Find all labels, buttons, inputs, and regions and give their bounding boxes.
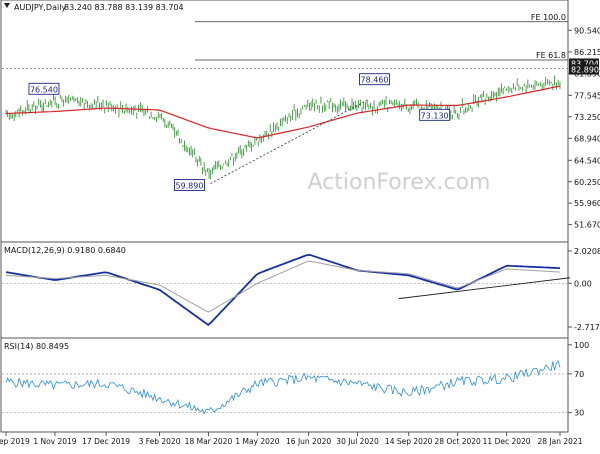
annotation-label: 78.460 bbox=[361, 76, 389, 85]
header-symbol: AUDJPY,Daily bbox=[14, 3, 66, 12]
price-pane-frame bbox=[0, 0, 569, 243]
price-y-tick-label: 86.215 bbox=[574, 48, 600, 57]
rsi-y-tick-label: 30 bbox=[574, 409, 584, 418]
chart-svg: ActionForex.com AUDJPY,Daily 83.240 83.7… bbox=[0, 0, 600, 446]
price-y-tick-label: 90.540 bbox=[574, 26, 600, 35]
fib-level-label: FE 61.8 bbox=[536, 51, 566, 60]
price-y-tick-label: 55.960 bbox=[574, 199, 600, 208]
rsi-line bbox=[5, 360, 561, 415]
watermark: ActionForex.com bbox=[308, 170, 491, 195]
price-y-tick-label: 73.250 bbox=[574, 113, 600, 122]
x-axis-tick-label: 14 Sep 2020 bbox=[385, 437, 433, 446]
x-axis-tick-label: 16 Jun 2020 bbox=[286, 437, 331, 446]
header-ohlc: 83.240 83.788 83.139 83.704 bbox=[64, 3, 184, 12]
macd-series-line bbox=[5, 260, 561, 313]
macd-layer bbox=[2, 253, 571, 327]
rsi-title: RSI(14) 80.8495 bbox=[4, 342, 69, 351]
fib-level-label: FE 100.0 bbox=[531, 13, 566, 22]
price-label-text: 82.890 bbox=[571, 66, 599, 75]
x-axis-tick-label: 17 Dec 2019 bbox=[82, 437, 130, 446]
rsi-y-tick-label: 100 bbox=[574, 341, 589, 350]
price-y-tick-label: 64.540 bbox=[574, 156, 600, 165]
macd-y-tick-label: 2.0208 bbox=[574, 247, 600, 256]
price-y-tick-label: 51.670 bbox=[574, 221, 600, 230]
chart-stage: ActionForex.com AUDJPY,Daily 83.240 83.7… bbox=[0, 0, 600, 450]
pane-frames bbox=[0, 0, 569, 433]
header-triangle-icon bbox=[4, 3, 10, 8]
x-axis-tick-label: 28 Oct 2020 bbox=[434, 437, 481, 446]
macd-pane-frame bbox=[0, 241, 569, 339]
grid-layer: FE 100.0 FE 61.8 bbox=[2, 13, 568, 69]
price-y-tick-label: 68.940 bbox=[574, 134, 600, 143]
macd-y-tick-label: 0.00 bbox=[574, 279, 592, 288]
price-y-tick-label: 77.545 bbox=[574, 91, 600, 100]
rsi-pane-frame bbox=[0, 337, 569, 433]
rsi-layer bbox=[2, 360, 568, 415]
x-axis-tick-label: 18 Sep 2019 bbox=[0, 437, 30, 446]
price-y-tick-label: 60.250 bbox=[574, 178, 600, 187]
x-axis-tick-label: 1 Nov 2019 bbox=[33, 437, 76, 446]
x-axis-tick-label: 1 May 2020 bbox=[235, 437, 279, 446]
annotation-label: 59.890 bbox=[175, 182, 203, 191]
annotation-label: 76.540 bbox=[30, 85, 58, 94]
annotation-label: 73.130 bbox=[421, 111, 449, 120]
x-axis-tick-label: 3 Feb 2020 bbox=[139, 437, 181, 446]
x-axis-tick-label: 28 Jan 2021 bbox=[538, 437, 583, 446]
x-axis-tick-label: 11 Dec 2020 bbox=[483, 437, 531, 446]
macd-series-line bbox=[5, 253, 561, 327]
moving-average-line bbox=[5, 85, 561, 139]
macd-title: MACD(12,26,9) 0.9180 0.6840 bbox=[4, 246, 126, 255]
x-axis-tick-label: 18 Mar 2020 bbox=[185, 437, 233, 446]
macd-y-tick-label: -2.717 bbox=[574, 323, 600, 332]
x-axis-tick-label: 30 Jul 2020 bbox=[336, 437, 379, 446]
chart-header: AUDJPY,Daily 83.240 83.788 83.139 83.704 bbox=[4, 3, 184, 12]
rsi-y-tick-label: 70 bbox=[574, 370, 584, 379]
